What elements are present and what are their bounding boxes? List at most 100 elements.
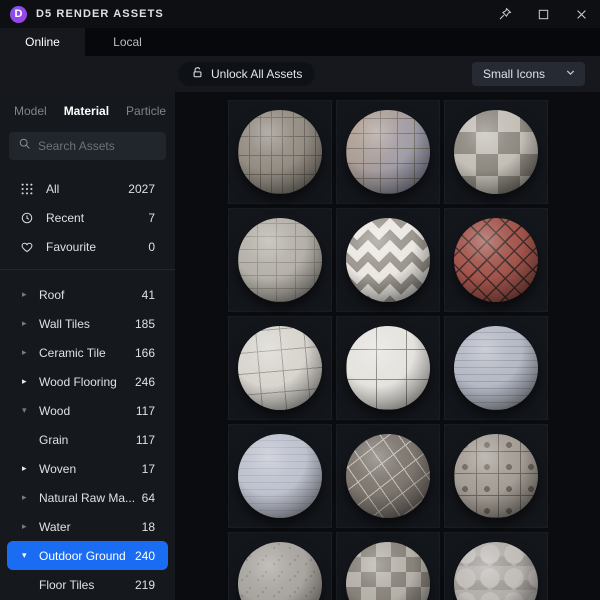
material-sphere-cracked-flagstone — [346, 434, 430, 518]
material-cell-hexagon-tile[interactable] — [444, 532, 548, 600]
category-count: 18 — [141, 519, 155, 534]
category-count: 64 — [141, 490, 155, 505]
icon-size-dropdown[interactable]: Small Icons — [472, 62, 585, 86]
category-label: Wall Tiles — [39, 316, 90, 331]
material-cell-small-checker-concrete[interactable] — [336, 532, 440, 600]
category-label: Floor Tiles — [39, 577, 95, 592]
material-cell-pale-blue-smooth-panel[interactable] — [228, 424, 332, 528]
material-sphere-small-checker-concrete — [346, 542, 430, 600]
chevron-down-icon — [565, 67, 576, 81]
sidebar-item-count: 0 — [148, 239, 155, 254]
chevron-down-icon: ▾ — [22, 550, 27, 560]
tab-online[interactable]: Online — [0, 28, 85, 56]
category-item-outdoor-ground[interactable]: ▾ Outdoor Ground 240 — [7, 541, 168, 570]
search-input[interactable] — [38, 139, 157, 153]
clock-icon — [20, 211, 35, 225]
material-sphere-chevron-zigzag-tile — [346, 218, 430, 302]
sidebar-item-favourite[interactable]: Favourite 0 — [0, 232, 175, 261]
sidebar-item-all[interactable]: All 2027 — [0, 174, 175, 203]
unlock-icon — [191, 66, 204, 82]
search-icon — [18, 137, 31, 155]
category-count: 240 — [134, 548, 155, 563]
grid-icon — [20, 182, 35, 196]
category-item-wall-tiles[interactable]: ▸ Wall Tiles 185 — [7, 309, 168, 338]
material-cell-red-herringbone-brick[interactable] — [444, 208, 548, 312]
material-cell-light-gray-brick[interactable] — [228, 208, 332, 312]
tab-local[interactable]: Local — [85, 28, 170, 56]
sidebar-item-count: 2027 — [128, 181, 155, 196]
category-item-water[interactable]: ▸ Water 18 — [7, 512, 168, 541]
category-item-grain[interactable]: Grain 117 — [7, 425, 168, 454]
sidebar-item-recent[interactable]: Recent 7 — [0, 203, 175, 232]
category-item-natural-raw-ma[interactable]: ▸ Natural Raw Ma... 64 — [7, 483, 168, 512]
material-sphere-pale-blue-plank-siding — [454, 326, 538, 410]
source-tabstrip: Online Local — [0, 28, 600, 56]
material-cell-ornate-pattern-tile[interactable] — [444, 424, 548, 528]
sidebar-item-label: All — [46, 181, 60, 196]
search-box — [9, 132, 166, 160]
material-sphere-gray-stone-pavers — [238, 110, 322, 194]
category-count: 41 — [141, 287, 155, 302]
category-label: Wood Flooring — [39, 374, 117, 389]
chevron-down-icon: ▾ — [22, 405, 27, 415]
material-sphere-white-large-tiles — [346, 326, 430, 410]
category-item-wood-flooring[interactable]: ▸ Wood Flooring 246 — [7, 367, 168, 396]
material-sphere-speckled-concrete — [238, 542, 322, 600]
unlock-all-assets-button[interactable]: Unlock All Assets — [178, 62, 316, 86]
category-label: Wood — [39, 403, 71, 418]
material-sphere-white-stone-slabs — [238, 326, 322, 410]
materials-grid — [228, 100, 548, 600]
material-cell-chevron-zigzag-tile[interactable] — [336, 208, 440, 312]
category-count: 185 — [134, 316, 155, 331]
category-item-woven[interactable]: ▸ Woven 17 — [7, 454, 168, 483]
tab-material[interactable]: Material — [64, 104, 109, 118]
chevron-right-icon: ▸ — [22, 318, 27, 328]
material-sphere-pale-blue-smooth-panel — [238, 434, 322, 518]
material-sphere-red-herringbone-brick — [454, 218, 538, 302]
category-item-roof[interactable]: ▸ Roof 41 — [7, 280, 168, 309]
sidebar: Model Material Particle All 2027 Recent 7 Fa… — [0, 92, 175, 600]
chevron-right-icon: ▸ — [22, 492, 27, 502]
sidebar-collections: All 2027 Recent 7 Favourite 0 — [0, 174, 175, 261]
window-title: D5 RENDER ASSETS — [36, 8, 164, 20]
material-cell-gray-stone-pavers[interactable] — [228, 100, 332, 204]
material-cell-large-checker-concrete[interactable] — [444, 100, 548, 204]
tab-particle[interactable]: Particle — [126, 104, 166, 118]
category-label: Natural Raw Ma... — [39, 490, 136, 505]
sidebar-item-count: 7 — [148, 210, 155, 225]
icon-size-dropdown-value: Small Icons — [483, 67, 546, 81]
chevron-right-icon: ▸ — [22, 463, 27, 473]
category-label: Water — [39, 519, 71, 534]
category-label: Outdoor Ground — [39, 548, 126, 563]
category-count: 246 — [134, 374, 155, 389]
category-item-floor-tiles[interactable]: Floor Tiles 219 — [7, 570, 168, 599]
close-icon[interactable] — [575, 8, 588, 21]
category-label: Ceramic Tile — [39, 345, 106, 360]
category-count: 117 — [135, 403, 155, 418]
material-sphere-light-gray-brick — [238, 218, 322, 302]
asset-type-tabs: Model Material Particle — [0, 100, 175, 128]
category-count: 17 — [141, 461, 155, 476]
category-label: Woven — [39, 461, 77, 476]
heart-icon — [20, 240, 35, 254]
window-controls — [498, 7, 588, 21]
pin-icon[interactable] — [498, 7, 512, 21]
chevron-right-icon: ▸ — [22, 347, 27, 357]
material-cell-white-stone-slabs[interactable] — [228, 316, 332, 420]
material-sphere-hexagon-tile — [454, 542, 538, 600]
category-label: Roof — [39, 287, 65, 302]
material-cell-white-large-tiles[interactable] — [336, 316, 440, 420]
maximize-icon[interactable] — [537, 8, 550, 21]
material-cell-cracked-flagstone[interactable] — [336, 424, 440, 528]
material-cell-speckled-concrete[interactable] — [228, 532, 332, 600]
material-sphere-mixed-stone-tiles — [346, 110, 430, 194]
material-cell-mixed-stone-tiles[interactable] — [336, 100, 440, 204]
material-cell-pale-blue-plank-siding[interactable] — [444, 316, 548, 420]
chevron-right-icon: ▸ — [22, 376, 27, 386]
titlebar: D D5 RENDER ASSETS — [0, 0, 600, 28]
tab-model[interactable]: Model — [14, 104, 47, 118]
category-item-wood[interactable]: ▾ Wood 117 — [7, 396, 168, 425]
category-item-ceramic-tile[interactable]: ▸ Ceramic Tile 166 — [7, 338, 168, 367]
toolbar: Unlock All Assets Small Icons — [0, 56, 600, 92]
sidebar-item-label: Favourite — [46, 239, 97, 254]
